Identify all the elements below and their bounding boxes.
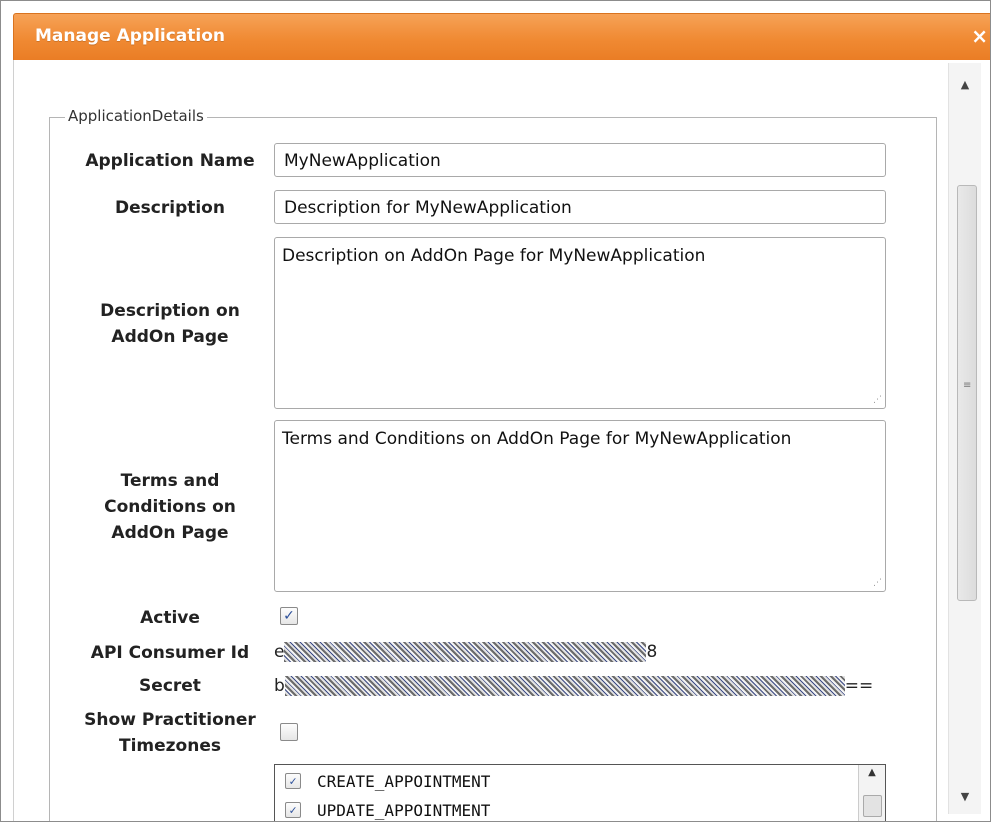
- dialog-titlebar[interactable]: Manage Application ×: [13, 13, 990, 61]
- scroll-thumb[interactable]: ≡: [957, 185, 977, 601]
- description-input[interactable]: Description for MyNewApplication: [274, 190, 886, 224]
- update-appointment-checkbox[interactable]: ✓: [285, 802, 301, 818]
- create-appointment-checkbox[interactable]: ✓: [285, 773, 301, 789]
- active-checkbox[interactable]: ✓: [280, 607, 298, 625]
- description-addon-label-line2: AddOn Page: [111, 327, 229, 347]
- show-practitioner-timezones-label-line1: Show Practitioner: [84, 710, 256, 730]
- scroll-up-icon[interactable]: ▲: [949, 71, 981, 99]
- api-consumer-id-label: API Consumer Id: [90, 643, 250, 663]
- show-practitioner-timezones-label-line2: Timezones: [119, 736, 221, 756]
- close-icon[interactable]: ×: [971, 24, 988, 48]
- dialog-title: Manage Application: [35, 26, 226, 46]
- dialog-window: Manage Application × ApplicationDetails …: [0, 0, 991, 822]
- secret-label: Secret: [139, 676, 201, 696]
- resize-handle-icon[interactable]: ⋰: [873, 396, 882, 405]
- show-practitioner-timezones-label: Show Practitioner Timezones: [71, 707, 269, 759]
- grip-icon: ≡: [963, 380, 972, 391]
- permissions-listbox[interactable]: ✓ CREATE_APPOINTMENT ✓ UPDATE_APPOINTMEN…: [274, 764, 886, 821]
- scroll-thumb[interactable]: [863, 795, 882, 817]
- terms-addon-label-line2: Conditions on: [104, 497, 236, 517]
- terms-addon-label-line1: Terms and: [120, 471, 220, 491]
- terms-addon-label-line3: AddOn Page: [111, 523, 229, 543]
- active-label: Active: [140, 608, 200, 628]
- secret-prefix: b: [274, 676, 285, 696]
- scroll-down-icon[interactable]: ▼: [949, 783, 981, 811]
- create-appointment-label: CREATE_APPOINTMENT: [317, 772, 491, 791]
- redacted-block: [284, 642, 647, 662]
- terms-addon-label: Terms and Conditions on AddOn Page: [79, 468, 261, 546]
- description-addon-textarea[interactable]: Description on AddOn Page for MyNewAppli…: [274, 237, 886, 409]
- application-name-label: Application Name: [85, 151, 255, 171]
- scroll-up-icon[interactable]: ▲: [859, 767, 885, 778]
- description-addon-label: Description on AddOn Page: [79, 298, 261, 350]
- redacted-block: [284, 676, 845, 696]
- show-practitioner-timezones-checkbox[interactable]: [280, 723, 298, 741]
- description-label: Description: [115, 198, 225, 218]
- application-name-input[interactable]: MyNewApplication: [274, 143, 886, 177]
- terms-addon-textarea[interactable]: Terms and Conditions on AddOn Page for M…: [274, 420, 886, 592]
- api-consumer-id-prefix: e: [274, 642, 285, 662]
- description-addon-text: Description on AddOn Page for MyNewAppli…: [282, 246, 706, 266]
- permissions-scrollbar[interactable]: ▲: [858, 765, 885, 821]
- fieldset-legend: ApplicationDetails: [65, 107, 207, 125]
- terms-addon-text: Terms and Conditions on AddOn Page for M…: [282, 429, 792, 449]
- description-addon-label-line1: Description on: [100, 301, 240, 321]
- secret-value: b ==: [274, 676, 873, 696]
- api-consumer-id-value: e8: [274, 642, 657, 662]
- update-appointment-label: UPDATE_APPOINTMENT: [317, 801, 491, 820]
- dialog-scrollbar[interactable]: ▲ ≡ ▼: [948, 63, 981, 814]
- secret-suffix: ==: [844, 676, 874, 696]
- resize-handle-icon[interactable]: ⋰: [873, 579, 882, 588]
- api-consumer-id-suffix: 8: [646, 642, 658, 662]
